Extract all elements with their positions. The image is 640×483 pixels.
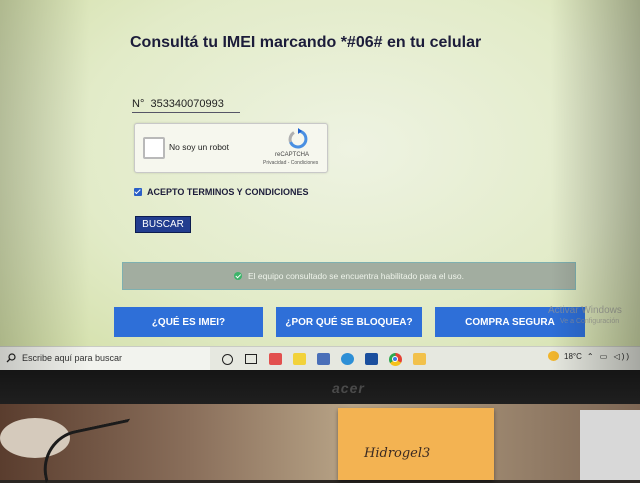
monitor-screen: Consultá tu IMEI marcando *#06# en tu ce… — [0, 0, 640, 372]
calculator-icon[interactable] — [312, 349, 334, 369]
file-explorer-icon[interactable] — [408, 349, 430, 369]
search-icon — [6, 353, 16, 363]
imei-input[interactable] — [132, 96, 240, 113]
search-button[interactable]: BUSCAR — [135, 216, 191, 233]
clock-app-icon[interactable] — [360, 349, 382, 369]
status-message: El equipo consultado se encuentra habili… — [248, 271, 464, 281]
recaptcha-links[interactable]: Privacidad - Condiciones — [263, 160, 318, 166]
taskbar-search-placeholder: Escribe aquí para buscar — [22, 353, 123, 363]
sticky-note-text: Hidrogel3 — [364, 446, 431, 461]
page-title: Consultá tu IMEI marcando *#06# en tu ce… — [130, 34, 482, 51]
activate-windows-watermark: Activar Windows — [548, 305, 622, 316]
weather-temperature: 18°C — [564, 351, 582, 361]
recaptcha-checkbox[interactable] — [143, 137, 165, 159]
status-alert: El equipo consultado se encuentra habili… — [122, 262, 576, 290]
check-circle-icon — [234, 272, 243, 280]
taskbar: Escribe aquí para buscar 18°C ⌃ ▭ ◁)) — [0, 346, 640, 371]
system-tray: 18°C ⌃ ▭ ◁)) — [548, 351, 631, 361]
terms-label: ACEPTO TERMINOS Y CONDICIONES — [147, 187, 309, 197]
media-player-icon[interactable] — [264, 349, 286, 369]
sticky-note: Hidrogel3 — [338, 408, 494, 480]
cloud-app-icon[interactable] — [336, 349, 358, 369]
activate-windows-subtext: Ve a Configuración — [560, 318, 620, 325]
why-blocked-button[interactable]: ¿POR QUÉ SE BLOQUEA? — [276, 307, 422, 337]
task-view-icon[interactable] — [240, 349, 262, 369]
terms-checkbox[interactable] — [134, 188, 142, 196]
taskbar-search[interactable]: Escribe aquí para buscar — [0, 347, 210, 371]
recaptcha-label: No soy un robot — [169, 142, 230, 152]
recaptcha-brand: reCAPTCHA — [275, 152, 310, 158]
recaptcha-widget: No soy un robot reCAPTCHA Privacidad - C… — [134, 123, 328, 173]
what-is-imei-button[interactable]: ¿QUÉ ES IMEI? — [114, 307, 263, 337]
desk-device — [580, 410, 640, 480]
cortana-icon[interactable] — [216, 349, 238, 369]
recaptcha-logo-icon — [288, 128, 308, 149]
monitor-brand-logo: acer — [332, 380, 365, 396]
terms-row: ACEPTO TERMINOS Y CONDICIONES — [134, 187, 309, 197]
tray-icons[interactable]: ⌃ ▭ ◁)) — [587, 352, 631, 361]
weather-icon[interactable] — [548, 351, 559, 361]
chrome-icon[interactable] — [384, 349, 406, 369]
taskbar-apps — [216, 349, 430, 369]
monitor-bezel — [0, 370, 640, 404]
sticky-notes-icon[interactable] — [288, 349, 310, 369]
